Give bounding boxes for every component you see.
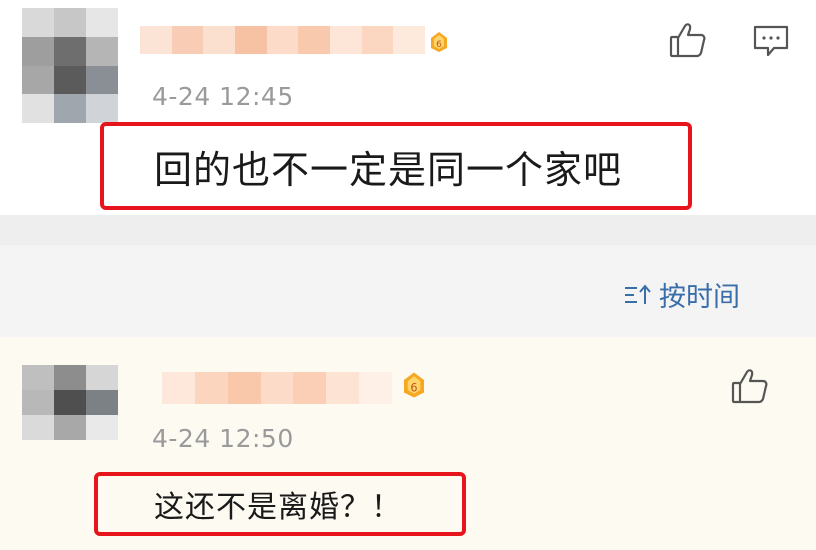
avatar-blurred[interactable]	[22, 365, 118, 440]
level-badge-icon: 6	[404, 372, 424, 398]
like-button[interactable]	[730, 366, 770, 406]
username-blurred[interactable]	[162, 372, 392, 404]
comment-timestamp: 4-24 12:50	[152, 424, 294, 453]
svg-text:6: 6	[410, 381, 417, 394]
comment-content-highlight: 这还不是离婚？！	[94, 472, 466, 536]
comment-item-2: 6 4-24 12:50 这还不是离婚？！	[0, 337, 816, 550]
thumbs-up-icon	[731, 369, 768, 404]
comment-text: 这还不是离婚？！	[154, 490, 402, 525]
